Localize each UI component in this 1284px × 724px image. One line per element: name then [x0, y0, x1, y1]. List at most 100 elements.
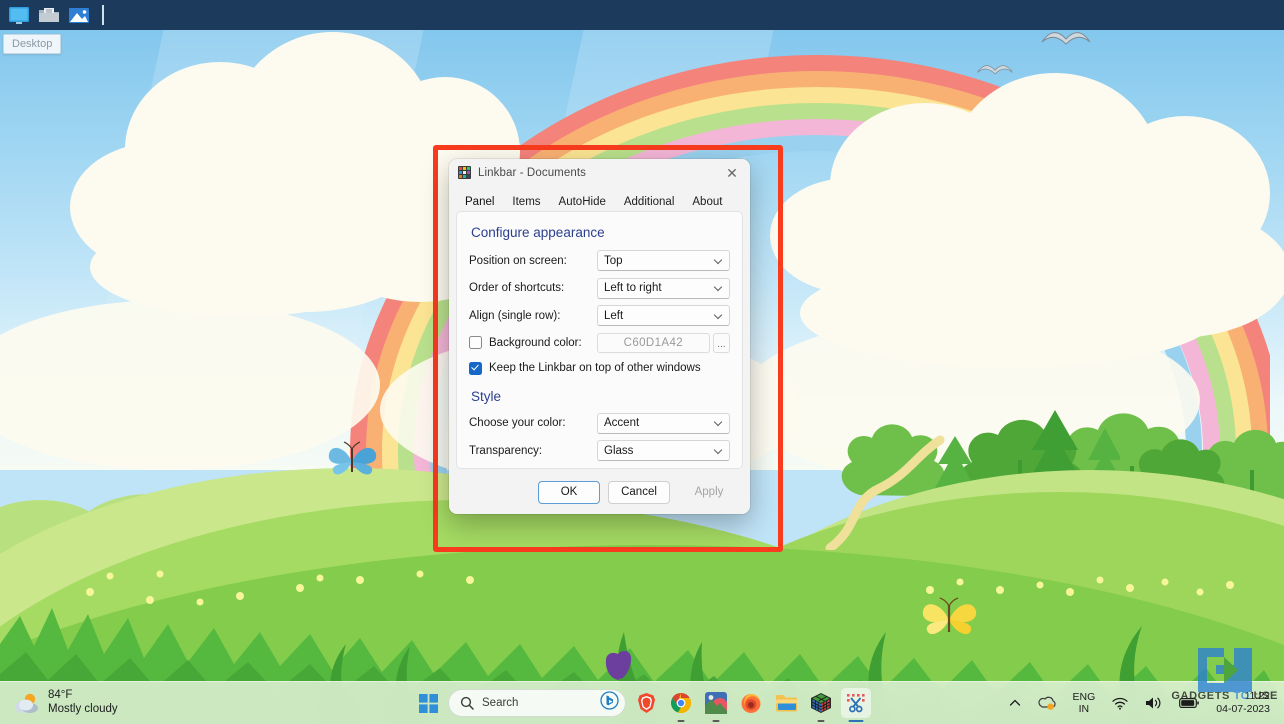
taskbar-icon-photos[interactable] — [701, 688, 731, 722]
running-indicator — [712, 719, 720, 722]
weather-text: 84°F Mostly cloudy — [48, 689, 118, 716]
pictures-icon — [69, 7, 89, 23]
order-label: Order of shortcuts: — [469, 282, 565, 294]
order-row: Order of shortcuts: Left to right — [469, 277, 730, 299]
taskbar-icon-brave[interactable] — [631, 688, 661, 718]
linkbar-item-documents[interactable] — [36, 4, 62, 26]
battery-icon — [1179, 698, 1200, 709]
align-select[interactable]: Left — [597, 305, 730, 326]
language-secondary: IN — [1078, 703, 1090, 715]
chevron-down-icon — [715, 257, 723, 265]
rubiks-cube-icon — [811, 693, 831, 713]
chrome-icon — [670, 692, 691, 713]
windows-taskbar[interactable]: 84°F Mostly cloudy Search ENG IN 11:22 0… — [0, 681, 1284, 724]
style-heading: Style — [471, 388, 502, 404]
dialog-tabs[interactable]: Panel Items AutoHide Additional About — [449, 186, 750, 211]
search-input[interactable]: Search — [448, 689, 626, 717]
tab-additional[interactable]: Additional — [615, 196, 684, 211]
linkbar-item-desktop[interactable] — [6, 4, 32, 26]
running-indicator — [848, 719, 864, 722]
background-color-checkbox[interactable] — [469, 336, 482, 349]
folder-icon — [775, 695, 797, 712]
align-row: Align (single row): Left — [469, 305, 730, 326]
volume-button[interactable] — [1141, 692, 1166, 714]
start-button[interactable] — [413, 688, 443, 718]
language-indicator[interactable]: ENG IN — [1069, 689, 1100, 717]
linkbar-toolbar[interactable] — [0, 0, 1284, 30]
onedrive-tray-icon[interactable] — [1034, 691, 1060, 715]
weather-widget[interactable]: 84°F Mostly cloudy — [0, 689, 204, 716]
keep-on-top-checkbox[interactable] — [469, 361, 482, 375]
linkbar-resize-handle[interactable] — [102, 5, 104, 25]
taskbar-center-group: Search — [413, 688, 871, 722]
firefox-icon — [741, 694, 761, 713]
bing-chat-icon[interactable] — [600, 691, 619, 715]
position-label: Position on screen: — [469, 254, 567, 267]
align-value: Left — [604, 309, 624, 322]
photos-icon — [705, 692, 727, 714]
tab-autohide[interactable]: AutoHide — [550, 196, 615, 211]
show-hidden-icons-button[interactable] — [1005, 693, 1025, 713]
desktop-icon — [9, 6, 29, 24]
order-select[interactable]: Left to right — [597, 277, 730, 299]
system-tray: ENG IN 11:22 04-07-2023 — [1005, 688, 1274, 717]
search-icon — [460, 696, 474, 710]
align-label: Align (single row): — [469, 309, 561, 322]
butterfly-icon — [328, 441, 377, 475]
taskbar-icon-file-explorer[interactable] — [771, 688, 801, 718]
clock-button[interactable]: 11:22 04-07-2023 — [1212, 688, 1274, 717]
ok-button[interactable]: OK — [538, 480, 600, 504]
chevron-down-icon — [715, 419, 723, 427]
configure-appearance-heading: Configure appearance — [471, 225, 605, 240]
taskbar-icon-chrome[interactable] — [666, 688, 696, 722]
chevron-down-icon — [715, 447, 723, 455]
running-indicator — [817, 719, 825, 722]
apply-button[interactable]: Apply — [678, 481, 740, 504]
brave-icon — [637, 693, 655, 713]
choose-color-select[interactable]: Accent — [597, 412, 730, 434]
wifi-button[interactable] — [1108, 693, 1132, 714]
transparency-row: Transparency: Glass — [469, 440, 730, 461]
position-select[interactable]: Top — [597, 250, 730, 271]
taskbar-icon-firefox[interactable] — [736, 688, 766, 718]
cancel-button[interactable]: Cancel — [608, 480, 670, 504]
keep-on-top-row[interactable]: Keep the Linkbar on top of other windows — [469, 361, 730, 375]
dialog-titlebar[interactable]: Linkbar - Documents ✕ — [449, 159, 750, 186]
clock-time: 11:22 — [1244, 690, 1271, 703]
linkbar-settings-dialog[interactable]: Linkbar - Documents ✕ Panel Items AutoHi… — [449, 159, 750, 514]
chevron-up-icon — [1009, 699, 1020, 706]
battery-button[interactable] — [1175, 693, 1203, 713]
bird-icon — [1041, 32, 1091, 45]
transparency-value: Glass — [604, 444, 634, 457]
background-color-label: Background color: — [489, 336, 582, 349]
background-color-value: C60D1A42 — [623, 336, 684, 349]
transparency-label: Transparency: — [469, 444, 543, 457]
linkbar-item-pictures[interactable] — [66, 4, 92, 26]
background-color-field[interactable]: C60D1A42 — [597, 332, 710, 353]
taskbar-icon-cube-app[interactable] — [806, 688, 836, 722]
chevron-down-icon — [715, 284, 723, 292]
wifi-icon — [1112, 697, 1128, 710]
choose-color-label: Choose your color: — [469, 417, 566, 429]
tab-items[interactable]: Items — [503, 196, 549, 211]
position-row: Position on screen: Top — [469, 250, 730, 271]
position-value: Top — [604, 254, 623, 267]
tab-panel[interactable]: Panel — [461, 196, 503, 211]
taskbar-icon-snipping-tool[interactable] — [841, 688, 871, 722]
panel-tab-content: Configure appearance Position on screen:… — [456, 211, 743, 469]
folder-icon — [39, 7, 59, 22]
windows-logo-icon — [418, 693, 438, 713]
background-color-row: Background color: C60D1A42 ... — [469, 332, 730, 353]
dirt-path — [825, 435, 945, 550]
transparency-select[interactable]: Glass — [597, 440, 730, 461]
tab-about[interactable]: About — [683, 196, 731, 211]
keep-on-top-label: Keep the Linkbar on top of other windows — [489, 362, 701, 374]
onedrive-sync-icon — [1037, 696, 1056, 710]
linkbar-app-icon — [458, 166, 471, 179]
dialog-title: Linkbar - Documents — [478, 166, 586, 179]
close-icon[interactable]: ✕ — [714, 159, 750, 186]
bird-icon — [977, 65, 1013, 75]
clock-date: 04-07-2023 — [1216, 703, 1270, 715]
weather-temperature: 84°F — [48, 689, 73, 702]
background-color-browse-button[interactable]: ... — [712, 332, 730, 353]
